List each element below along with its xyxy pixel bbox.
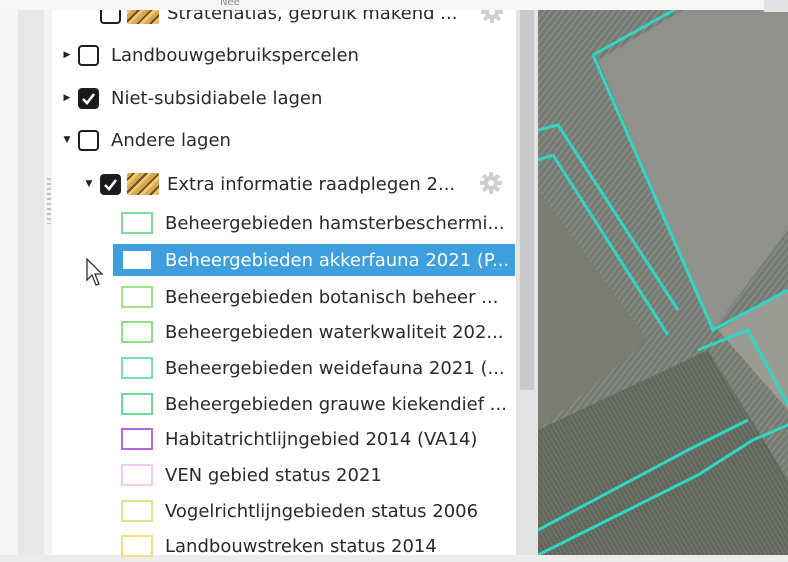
legend-swatch [121, 249, 153, 271]
legend-item[interactable]: Landbouwstreken status 2014 [113, 530, 515, 562]
layer-label: Andere lagen [111, 129, 231, 151]
legend-label: Landbouwstreken status 2014 [165, 535, 437, 557]
legend-label: Beheergebieden grauwe kiekendief ... [165, 393, 507, 415]
legend-swatch [121, 428, 153, 450]
layer-row-andere-lagen[interactable]: ▼ Andere lagen [62, 125, 231, 155]
map-parcels[interactable] [538, 10, 788, 555]
layer-thumbnail [127, 173, 159, 195]
caret-down-icon[interactable]: ▼ [62, 135, 72, 145]
legend-label: VEN gebied status 2021 [165, 464, 382, 486]
legend-swatch [121, 321, 153, 343]
layer-checkbox-checked[interactable] [100, 173, 121, 195]
legend-label: Vogelrichtlijngebieden status 2006 [165, 500, 479, 522]
legend-swatch [121, 393, 153, 415]
legend-label: Beheergebieden weidefauna 2021 (... [165, 357, 505, 379]
legend-item[interactable]: VEN gebied status 2021 [113, 459, 515, 491]
legend-item[interactable]: Beheergebieden hamsterbeschermi... [113, 207, 515, 239]
map-view[interactable] [538, 10, 788, 555]
layer-label: Niet-subsidiabele lagen [111, 87, 323, 109]
panel-scrollbar-thumb[interactable] [520, 8, 534, 390]
legend-item[interactable]: Beheergebieden botanisch beheer ... [113, 281, 515, 313]
layer-checkbox-checked[interactable] [78, 87, 99, 109]
legend-item[interactable]: Habitatrichtlijngebied 2014 (VA14) [113, 423, 515, 455]
layer-row-extra-informatie[interactable]: ▼ Extra informatie raadplegen 2... [84, 169, 455, 199]
legend-item[interactable]: Vogelrichtlijngebieden status 2006 [113, 495, 515, 527]
layer-label: Landbouwgebruikspercelen [111, 44, 359, 66]
legend-item[interactable]: Beheergebieden grauwe kiekendief ... [113, 388, 515, 420]
caret-down-icon[interactable]: ▼ [84, 179, 94, 189]
caret-right-icon[interactable]: ▶ [62, 50, 72, 60]
legend-item[interactable]: Beheergebieden waterkwaliteit 202... [113, 316, 515, 348]
gear-icon[interactable] [479, 171, 503, 195]
layer-checkbox[interactable] [78, 129, 99, 151]
panel-resize-handle[interactable] [18, 0, 51, 555]
legend-label: Beheergebieden hamsterbeschermi... [165, 212, 505, 234]
legend-swatch [121, 212, 153, 234]
layer-checkbox[interactable] [78, 44, 99, 66]
legend-item-selected[interactable]: Beheergebieden akkerfauna 2021 (P... [113, 244, 515, 276]
checkmark-icon [82, 92, 96, 105]
legend-item[interactable]: Beheergebieden weidefauna 2021 (... [113, 352, 515, 384]
layer-row-niet-subsidiabele[interactable]: ▶ Niet-subsidiabele lagen [62, 83, 322, 113]
legend-label: Beheergebieden botanisch beheer ... [165, 286, 499, 308]
map-scroll-corner [764, 0, 788, 12]
grip-dots-icon [47, 178, 51, 224]
legend-swatch [121, 464, 153, 486]
caret-right-icon[interactable]: ▶ [62, 93, 72, 103]
legend-label: Beheergebieden waterkwaliteit 202... [165, 321, 504, 343]
legend-swatch [121, 286, 153, 308]
legend-swatch [121, 535, 153, 557]
top-strip: Nee [0, 0, 788, 10]
legend-label: Habitatrichtlijngebied 2014 (VA14) [165, 428, 478, 450]
checkmark-icon [104, 178, 118, 191]
top-strip-text: Nee [220, 0, 240, 8]
mouse-pointer-icon [86, 258, 104, 286]
legend-swatch [121, 357, 153, 379]
layer-label: Extra informatie raadplegen 2... [167, 173, 456, 195]
legend-swatch [121, 500, 153, 522]
legend-label: Beheergebieden akkerfauna 2021 (P... [165, 249, 510, 271]
layer-row-landbouwgebruikspercelen[interactable]: ▶ Landbouwgebruikspercelen [62, 40, 359, 70]
